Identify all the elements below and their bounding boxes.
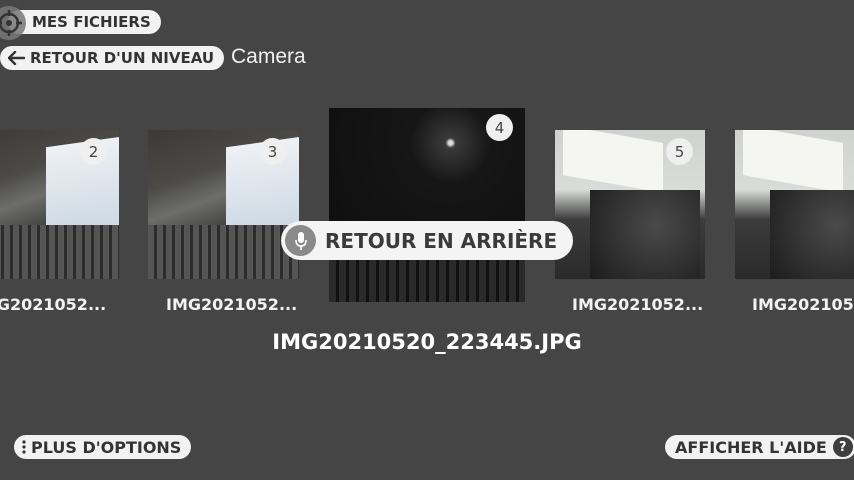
show-help-label: AFFICHER L'AIDE: [675, 437, 827, 457]
arrow-left-icon: [8, 51, 25, 65]
gallery-thumbnail-5[interactable]: [735, 130, 854, 279]
my-files-button[interactable]: MES FICHIERS: [8, 10, 161, 34]
thumbnail-keyboard: [0, 225, 119, 279]
folder-title: Camera: [231, 45, 306, 68]
voice-command-go-back-button[interactable]: RETOUR EN ARRIÈRE: [281, 221, 573, 260]
selected-filename: IMG20210520_223445.JPG: [272, 330, 582, 354]
thumbnail-number-badge: 4: [486, 114, 513, 141]
back-one-level-label: RETOUR D'UN NIVEAU: [30, 49, 215, 67]
show-help-button[interactable]: AFFICHER L'AIDE ?: [665, 435, 854, 459]
back-one-level-button[interactable]: RETOUR D'UN NIVEAU: [0, 46, 225, 70]
vertical-dots-icon: [22, 440, 26, 454]
thumbnail-keyboard: [148, 225, 299, 279]
my-files-label: MES FICHIERS: [32, 13, 151, 31]
more-options-button[interactable]: PLUS D'OPTIONS: [14, 435, 192, 459]
voice-command-label: RETOUR EN ARRIÈRE: [325, 228, 558, 253]
thumbnail-caption-1: IMG2021052...: [0, 295, 107, 314]
thumbnail-caption-2: IMG2021052...: [166, 295, 298, 314]
question-mark-icon: ?: [832, 437, 853, 457]
gallery-thumbnail-2[interactable]: 2 3: [148, 130, 299, 279]
thumbnail-caption-4: IMG2021052...: [572, 295, 704, 314]
thumbnail-device: [590, 190, 700, 279]
thumbnail-number-badge: 2: [80, 138, 107, 165]
thumbnail-number-badge: 5: [666, 138, 693, 165]
thumbnail-number-badge: 3: [259, 138, 286, 165]
microphone-icon: [285, 225, 316, 256]
thumbnail-caption-5: IMG2021052...: [752, 295, 854, 314]
thumbnail-keyboard: [329, 258, 525, 302]
gallery-thumbnail-4[interactable]: 5: [555, 130, 705, 279]
more-options-label: PLUS D'OPTIONS: [31, 437, 182, 457]
gallery-thumbnail-selected[interactable]: 4: [329, 108, 525, 302]
thumbnail-device: [770, 190, 854, 279]
